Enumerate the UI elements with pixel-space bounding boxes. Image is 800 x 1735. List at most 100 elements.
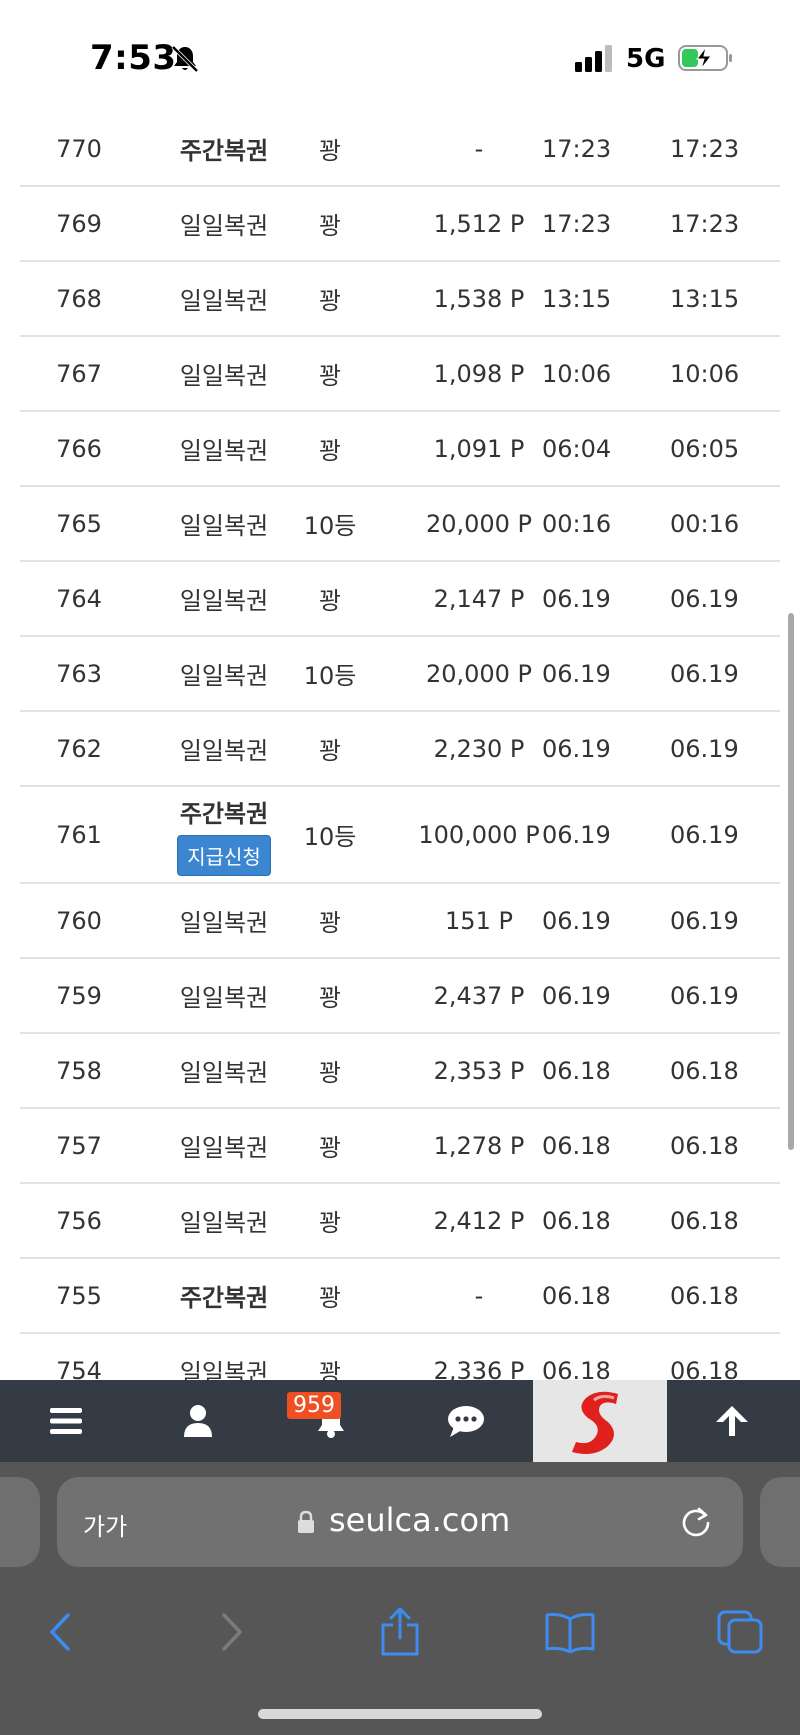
table-row[interactable]: 765 일일복권 10등 20,000 P 00:16 00:16: [20, 487, 780, 562]
reload-icon[interactable]: [679, 1505, 713, 1539]
next-tab-edge[interactable]: [760, 1477, 800, 1567]
lottery-type: 일일복권: [150, 562, 298, 635]
table-row[interactable]: 760 일일복권 꽝 151 P 06.19 06.19: [20, 884, 780, 959]
url-text[interactable]: seulca.com: [329, 1501, 510, 1539]
table-row[interactable]: 762 일일복권 꽝 2,230 P 06.19 06.19: [20, 712, 780, 787]
date-purchased: 06.18: [542, 1206, 611, 1235]
share-button[interactable]: [370, 1592, 430, 1672]
chat-button[interactable]: [420, 1380, 512, 1462]
payout-request-button[interactable]: 지급신청: [177, 834, 271, 876]
tabs-button[interactable]: [708, 1592, 772, 1672]
prize: 20,000 P: [425, 509, 533, 538]
lottery-type-label: 일일복권: [179, 437, 269, 465]
lottery-type: 일일복권: [150, 959, 298, 1032]
date-purchased: 06.19: [542, 584, 611, 613]
table-row[interactable]: 764 일일복권 꽝 2,147 P 06.19 06.19: [20, 562, 780, 637]
scroll-top-button[interactable]: [686, 1380, 778, 1462]
prize: -: [474, 1281, 484, 1310]
chat-icon: [448, 1406, 484, 1437]
table-row[interactable]: 761 주간복권 지급신청 10등 100,000 P 06.19 06.19: [20, 787, 780, 884]
table-row[interactable]: 756 일일복권 꽝 2,412 P 06.18 06.18: [20, 1184, 780, 1259]
notification-badge: 959: [287, 1392, 341, 1419]
home-indicator[interactable]: [258, 1709, 542, 1719]
date-checked: 06:05: [670, 434, 740, 463]
row-number: 764: [56, 584, 102, 613]
forward-button[interactable]: [202, 1592, 262, 1672]
lottery-type: 일일복권: [150, 487, 298, 560]
lottery-type-label: 일일복권: [179, 587, 269, 615]
prize: 2,412 P: [433, 1206, 525, 1235]
scroll-indicator[interactable]: [788, 613, 794, 1150]
date-purchased: 13:15: [542, 284, 612, 313]
site-logo-button[interactable]: [533, 1380, 667, 1462]
table-row[interactable]: 759 일일복권 꽝 2,437 P 06.19 06.19: [20, 959, 780, 1034]
prize: 151 P: [445, 906, 513, 935]
prize: 1,098 P: [433, 359, 525, 388]
date-checked: 13:15: [670, 284, 740, 313]
row-number: 759: [56, 981, 102, 1010]
lottery-type: 일일복권: [150, 712, 298, 785]
menu-button[interactable]: [20, 1380, 112, 1462]
date-purchased: 17:23: [542, 134, 612, 163]
date-purchased: 06.18: [542, 1281, 611, 1310]
lottery-type-label: 일일복권: [179, 1059, 269, 1087]
rank: 꽝: [318, 737, 342, 765]
lottery-type-label: 일일복권: [179, 287, 269, 315]
row-number: 767: [56, 359, 102, 388]
prize: 1,512 P: [433, 209, 525, 238]
table-row[interactable]: 768 일일복권 꽝 1,538 P 13:15 13:15: [20, 262, 780, 337]
bookmarks-button[interactable]: [538, 1592, 602, 1672]
table-row[interactable]: 763 일일복권 10등 20,000 P 06.19 06.19: [20, 637, 780, 712]
rank: 꽝: [318, 362, 342, 390]
chevron-right-icon: [222, 1613, 242, 1651]
lottery-type-label: 일일복권: [179, 362, 269, 390]
row-number: 758: [56, 1056, 102, 1085]
user-icon: [184, 1405, 212, 1437]
date-checked: 06.19: [670, 906, 739, 935]
rank: 꽝: [318, 587, 342, 615]
prize: 100,000 P: [418, 820, 540, 849]
date-purchased: 17:23: [542, 209, 612, 238]
date-checked: 06.18: [670, 1131, 739, 1160]
date-purchased: 06.18: [542, 1131, 611, 1160]
lottery-type-label: 일일복권: [179, 212, 269, 240]
date-checked: 17:23: [670, 209, 740, 238]
back-button[interactable]: [30, 1592, 90, 1672]
row-number: 757: [56, 1131, 102, 1160]
rank: 꽝: [318, 212, 342, 240]
date-checked: 06.19: [670, 981, 739, 1010]
table-row[interactable]: 757 일일복권 꽝 1,278 P 06.18 06.18: [20, 1109, 780, 1184]
lottery-type: 일일복권: [150, 884, 298, 957]
table-row[interactable]: 767 일일복권 꽝 1,098 P 10:06 10:06: [20, 337, 780, 412]
table-row[interactable]: 766 일일복권 꽝 1,091 P 06:04 06:05: [20, 412, 780, 487]
rank: 꽝: [318, 1284, 342, 1312]
row-number: 769: [56, 209, 102, 238]
table-row[interactable]: 758 일일복권 꽝 2,353 P 06.18 06.18: [20, 1034, 780, 1109]
table-row[interactable]: 769 일일복권 꽝 1,512 P 17:23 17:23: [20, 187, 780, 262]
rank: 꽝: [318, 984, 342, 1012]
rank: 꽝: [318, 909, 342, 937]
lottery-type-label: 일일복권: [179, 909, 269, 937]
address-bar[interactable]: 가가 seulca.com: [57, 1477, 743, 1567]
lottery-type: 일일복권: [150, 1109, 298, 1182]
lottery-type-label: 일일복권: [179, 512, 269, 540]
table-row[interactable]: 755 주간복권 꽝 - 06.18 06.18: [20, 1259, 780, 1334]
share-icon: [381, 1607, 419, 1656]
date-purchased: 06.19: [542, 734, 611, 763]
user-button[interactable]: [152, 1380, 244, 1462]
row-number: 765: [56, 509, 102, 538]
lottery-history-table: 770 주간복권 꽝 -17:23 17:23 769 일일복권 꽝 1,512 P 17:23 1…: [20, 112, 780, 1409]
lottery-type: 일일복권: [150, 412, 298, 485]
previous-tab-edge[interactable]: [0, 1477, 40, 1567]
lottery-type: 주간복권 지급신청: [150, 787, 298, 882]
text-size-button[interactable]: 가가: [83, 1507, 127, 1542]
table-row[interactable]: 770 주간복권 꽝 - 17:23 17:23: [20, 112, 780, 187]
prize: 1,538 P: [433, 284, 525, 313]
date-checked: 06.19: [670, 584, 739, 613]
date-checked: 06.19: [670, 659, 739, 688]
rank: 10등: [303, 823, 357, 851]
date-purchased: 00:16: [542, 509, 612, 538]
rank: 꽝: [318, 1134, 342, 1162]
lottery-type-label: 일일복권: [179, 1209, 269, 1237]
rank: 꽝: [318, 437, 342, 465]
